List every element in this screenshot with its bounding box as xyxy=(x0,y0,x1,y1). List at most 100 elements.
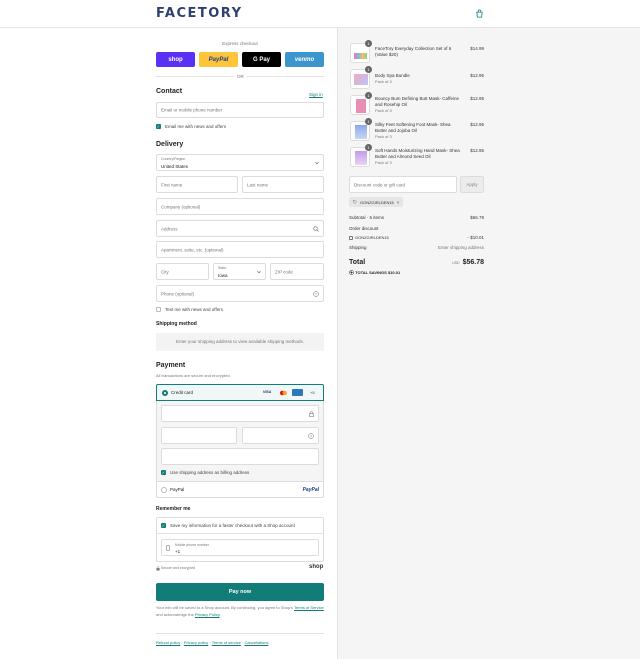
apply-discount-button[interactable]: Apply xyxy=(460,176,484,193)
chevron-down-icon xyxy=(257,270,261,274)
legal-text: Your info will be saved to a Shop accoun… xyxy=(156,605,324,617)
last-name-field[interactable]: Last name xyxy=(242,176,324,193)
news-checkbox-label: Email me with news and offers xyxy=(165,124,226,129)
svg-text:?: ? xyxy=(315,292,317,296)
terms-of-service-link[interactable]: Terms of Service xyxy=(294,605,324,610)
expiration-field[interactable] xyxy=(161,427,237,444)
shipping-row: Shipping Enter shipping address xyxy=(349,245,484,250)
search-icon xyxy=(313,226,319,232)
first-name-field[interactable]: First name xyxy=(156,176,238,193)
contact-heading: Contact xyxy=(156,88,183,95)
savings-tag-icon xyxy=(349,270,354,275)
pay-now-button[interactable]: Pay now xyxy=(156,583,324,601)
state-select[interactable]: State Iowa xyxy=(213,263,266,280)
text-news-label: Text me with news and offers xyxy=(165,307,223,312)
address-field[interactable]: Address xyxy=(156,220,324,237)
email-field[interactable]: Email or mobile phone number xyxy=(156,102,324,118)
mastercard-icon xyxy=(280,390,287,396)
venmo-button[interactable]: venmo xyxy=(285,52,324,67)
product-name: Silky Feet Softening Foot Mask- Shea But… xyxy=(375,122,451,139)
sign-in-link[interactable]: Sign in xyxy=(309,92,323,97)
product-price: $12.95 xyxy=(470,73,484,78)
shipping-method-heading: Shipping method xyxy=(156,321,197,327)
secure-label: Secure and encrypted xyxy=(161,566,196,570)
zip-field[interactable]: ZIP code xyxy=(270,263,324,280)
city-field[interactable]: City xyxy=(156,263,209,280)
store-logo[interactable]: FACETORY xyxy=(156,6,243,21)
shop-logo: shop xyxy=(309,564,324,570)
amex-icon xyxy=(292,389,303,396)
news-checkbox[interactable] xyxy=(156,124,161,129)
header: FACETORY xyxy=(0,0,640,28)
chevron-down-icon xyxy=(315,161,319,165)
credit-card-radio[interactable] xyxy=(162,390,168,396)
express-checkout-label: Express checkout xyxy=(222,41,258,46)
terms-of-service-footer-link[interactable]: Terms of service xyxy=(212,640,241,645)
total-row: Total USD $56.78 xyxy=(349,259,484,266)
refund-policy-link[interactable]: Refund policy xyxy=(156,640,180,645)
shipping-method-placeholder: Enter your shipping address to view avai… xyxy=(156,333,324,351)
tag-icon xyxy=(349,235,353,240)
paypal-logo: PayPal xyxy=(302,486,319,493)
quantity-badge: 1 xyxy=(365,66,372,73)
product-name: Soft Hands Moisturizing Hand Mask- Shea … xyxy=(375,148,460,165)
phone-field[interactable]: Phone (optional) ? xyxy=(156,285,324,302)
discount-code-row: GONZGIRLDEN15- $10.01 xyxy=(349,235,484,240)
text-news-checkbox[interactable] xyxy=(156,307,161,312)
name-on-card-field[interactable] xyxy=(161,448,319,465)
paypal-radio[interactable] xyxy=(161,487,167,493)
privacy-policy-footer-link[interactable]: Privacy policy xyxy=(184,640,208,645)
paypal-option[interactable]: PayPal PayPal xyxy=(156,481,324,498)
product-price: $12.95 xyxy=(470,122,484,127)
mobile-phone-icon xyxy=(166,545,170,551)
quantity-badge: 1 xyxy=(365,144,372,151)
google-pay-button[interactable]: G Pay xyxy=(242,52,281,67)
discount-code-field[interactable]: Discount code or gift card xyxy=(349,176,457,193)
paypal-button[interactable]: PayPal xyxy=(199,52,238,67)
privacy-policy-link[interactable]: Privacy Policy xyxy=(195,612,220,617)
remove-code-icon[interactable]: × xyxy=(397,200,400,205)
help-icon[interactable]: ? xyxy=(313,291,319,297)
product-price: $12.95 xyxy=(470,148,484,153)
divider xyxy=(156,533,324,534)
visa-icon: VISA xyxy=(263,390,272,394)
country-select[interactable]: Country/Region United States xyxy=(156,154,324,171)
billing-same-label: Use shipping address as billing address xyxy=(170,470,250,475)
product-name: Body Spa Bundle Pack of 3 xyxy=(375,73,410,84)
total-savings-row: TOTAL SAVINGS $10.01 xyxy=(349,270,484,275)
company-field[interactable]: Company (optional) xyxy=(156,198,324,215)
svg-text:?: ? xyxy=(310,434,312,438)
product-name: FaceTory Everyday Collection Set of 6 (V… xyxy=(375,46,452,57)
billing-same-checkbox[interactable] xyxy=(161,470,166,475)
product-price: $12.95 xyxy=(470,96,484,101)
product-price: $14.99 xyxy=(470,46,484,51)
security-code-field[interactable]: ? xyxy=(242,427,319,444)
lock-icon xyxy=(156,566,160,571)
payment-heading: Payment xyxy=(156,362,186,369)
discount-code-tag: GONZGIRLDEN15 × xyxy=(349,197,404,207)
payment-subtitle: All transactions are secure and encrypte… xyxy=(156,373,231,378)
shop-pay-button[interactable]: shop xyxy=(156,52,195,67)
save-info-checkbox[interactable] xyxy=(161,523,166,528)
subtotal-row: Subtotal · 5 items $66.79 xyxy=(349,215,484,220)
save-info-label: Save my information for a faster checkou… xyxy=(170,523,295,528)
remember-me-heading: Remember me xyxy=(156,506,191,512)
or-divider-label: OR xyxy=(234,74,247,79)
card-number-field[interactable] xyxy=(161,405,319,422)
product-name: Bouncy Bum Defining Butt Mask- Caffeine … xyxy=(375,96,459,113)
apartment-field[interactable]: Apartment, suite, etc. (optional) xyxy=(156,241,324,258)
more-cards-label: +5 xyxy=(310,390,315,395)
credit-card-option[interactable]: Credit card VISA +5 xyxy=(156,384,324,401)
tag-icon xyxy=(353,200,357,204)
quantity-badge: 1 xyxy=(365,40,372,47)
help-icon[interactable]: ? xyxy=(308,433,314,439)
divider xyxy=(156,633,324,634)
shopping-bag-icon[interactable] xyxy=(475,9,484,18)
cancellations-link[interactable]: Cancellations xyxy=(244,640,268,645)
mobile-phone-field[interactable]: Mobile phone number +1 xyxy=(161,539,319,556)
lock-icon xyxy=(309,411,314,417)
quantity-badge: 1 xyxy=(365,92,372,99)
footer-links: Refund policy · Privacy policy · Terms o… xyxy=(156,640,269,645)
delivery-heading: Delivery xyxy=(156,141,184,148)
order-discount-row: Order discount xyxy=(349,226,379,231)
